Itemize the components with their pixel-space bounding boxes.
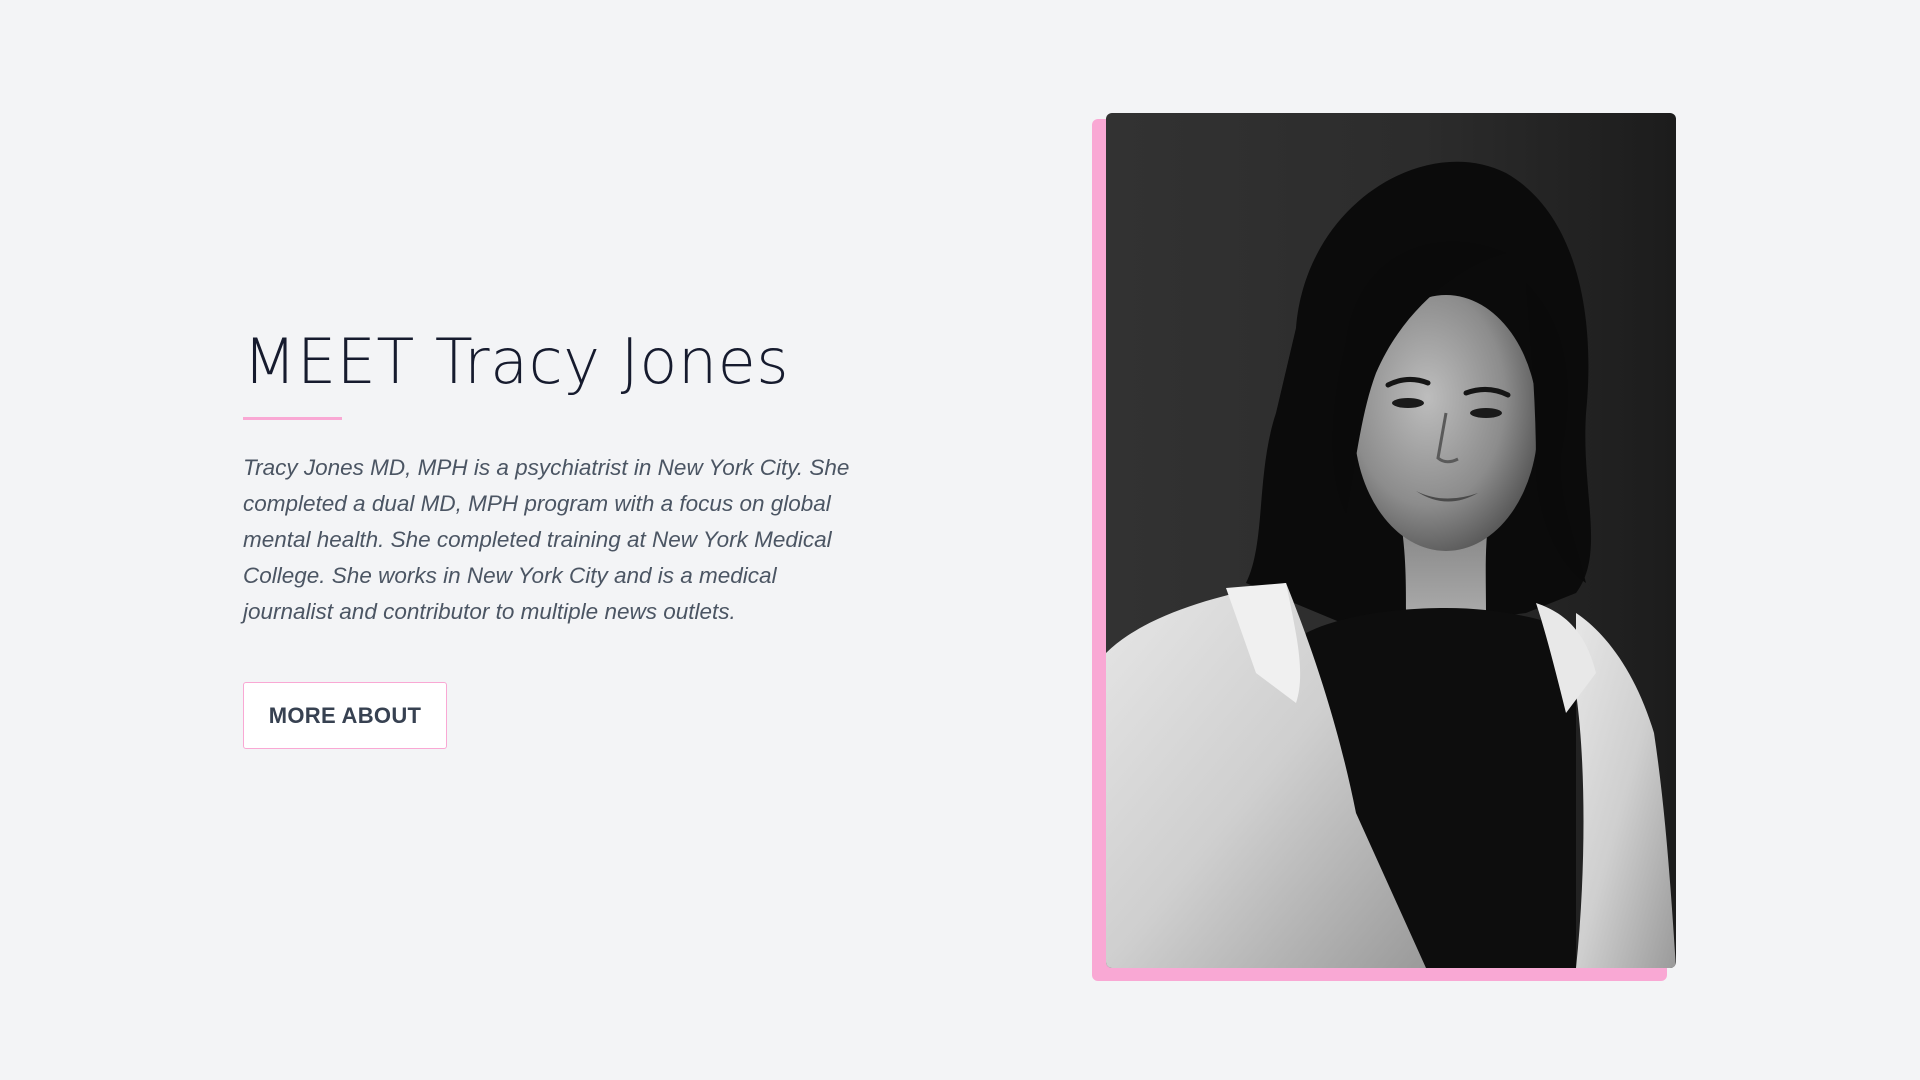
title-accent-divider [243,417,342,420]
portrait-illustration [1106,161,1676,968]
page-title: MEET Tracy Jones [243,325,790,398]
bio-paragraph: Tracy Jones MD, MPH is a psychiatrist in… [243,455,850,624]
portrait-card [1092,113,1676,981]
about-section: MEET Tracy Jones Tracy Jones MD, MPH is … [243,322,883,749]
portrait-photo [1106,113,1676,968]
more-about-button[interactable]: MORE ABOUT [243,682,447,749]
